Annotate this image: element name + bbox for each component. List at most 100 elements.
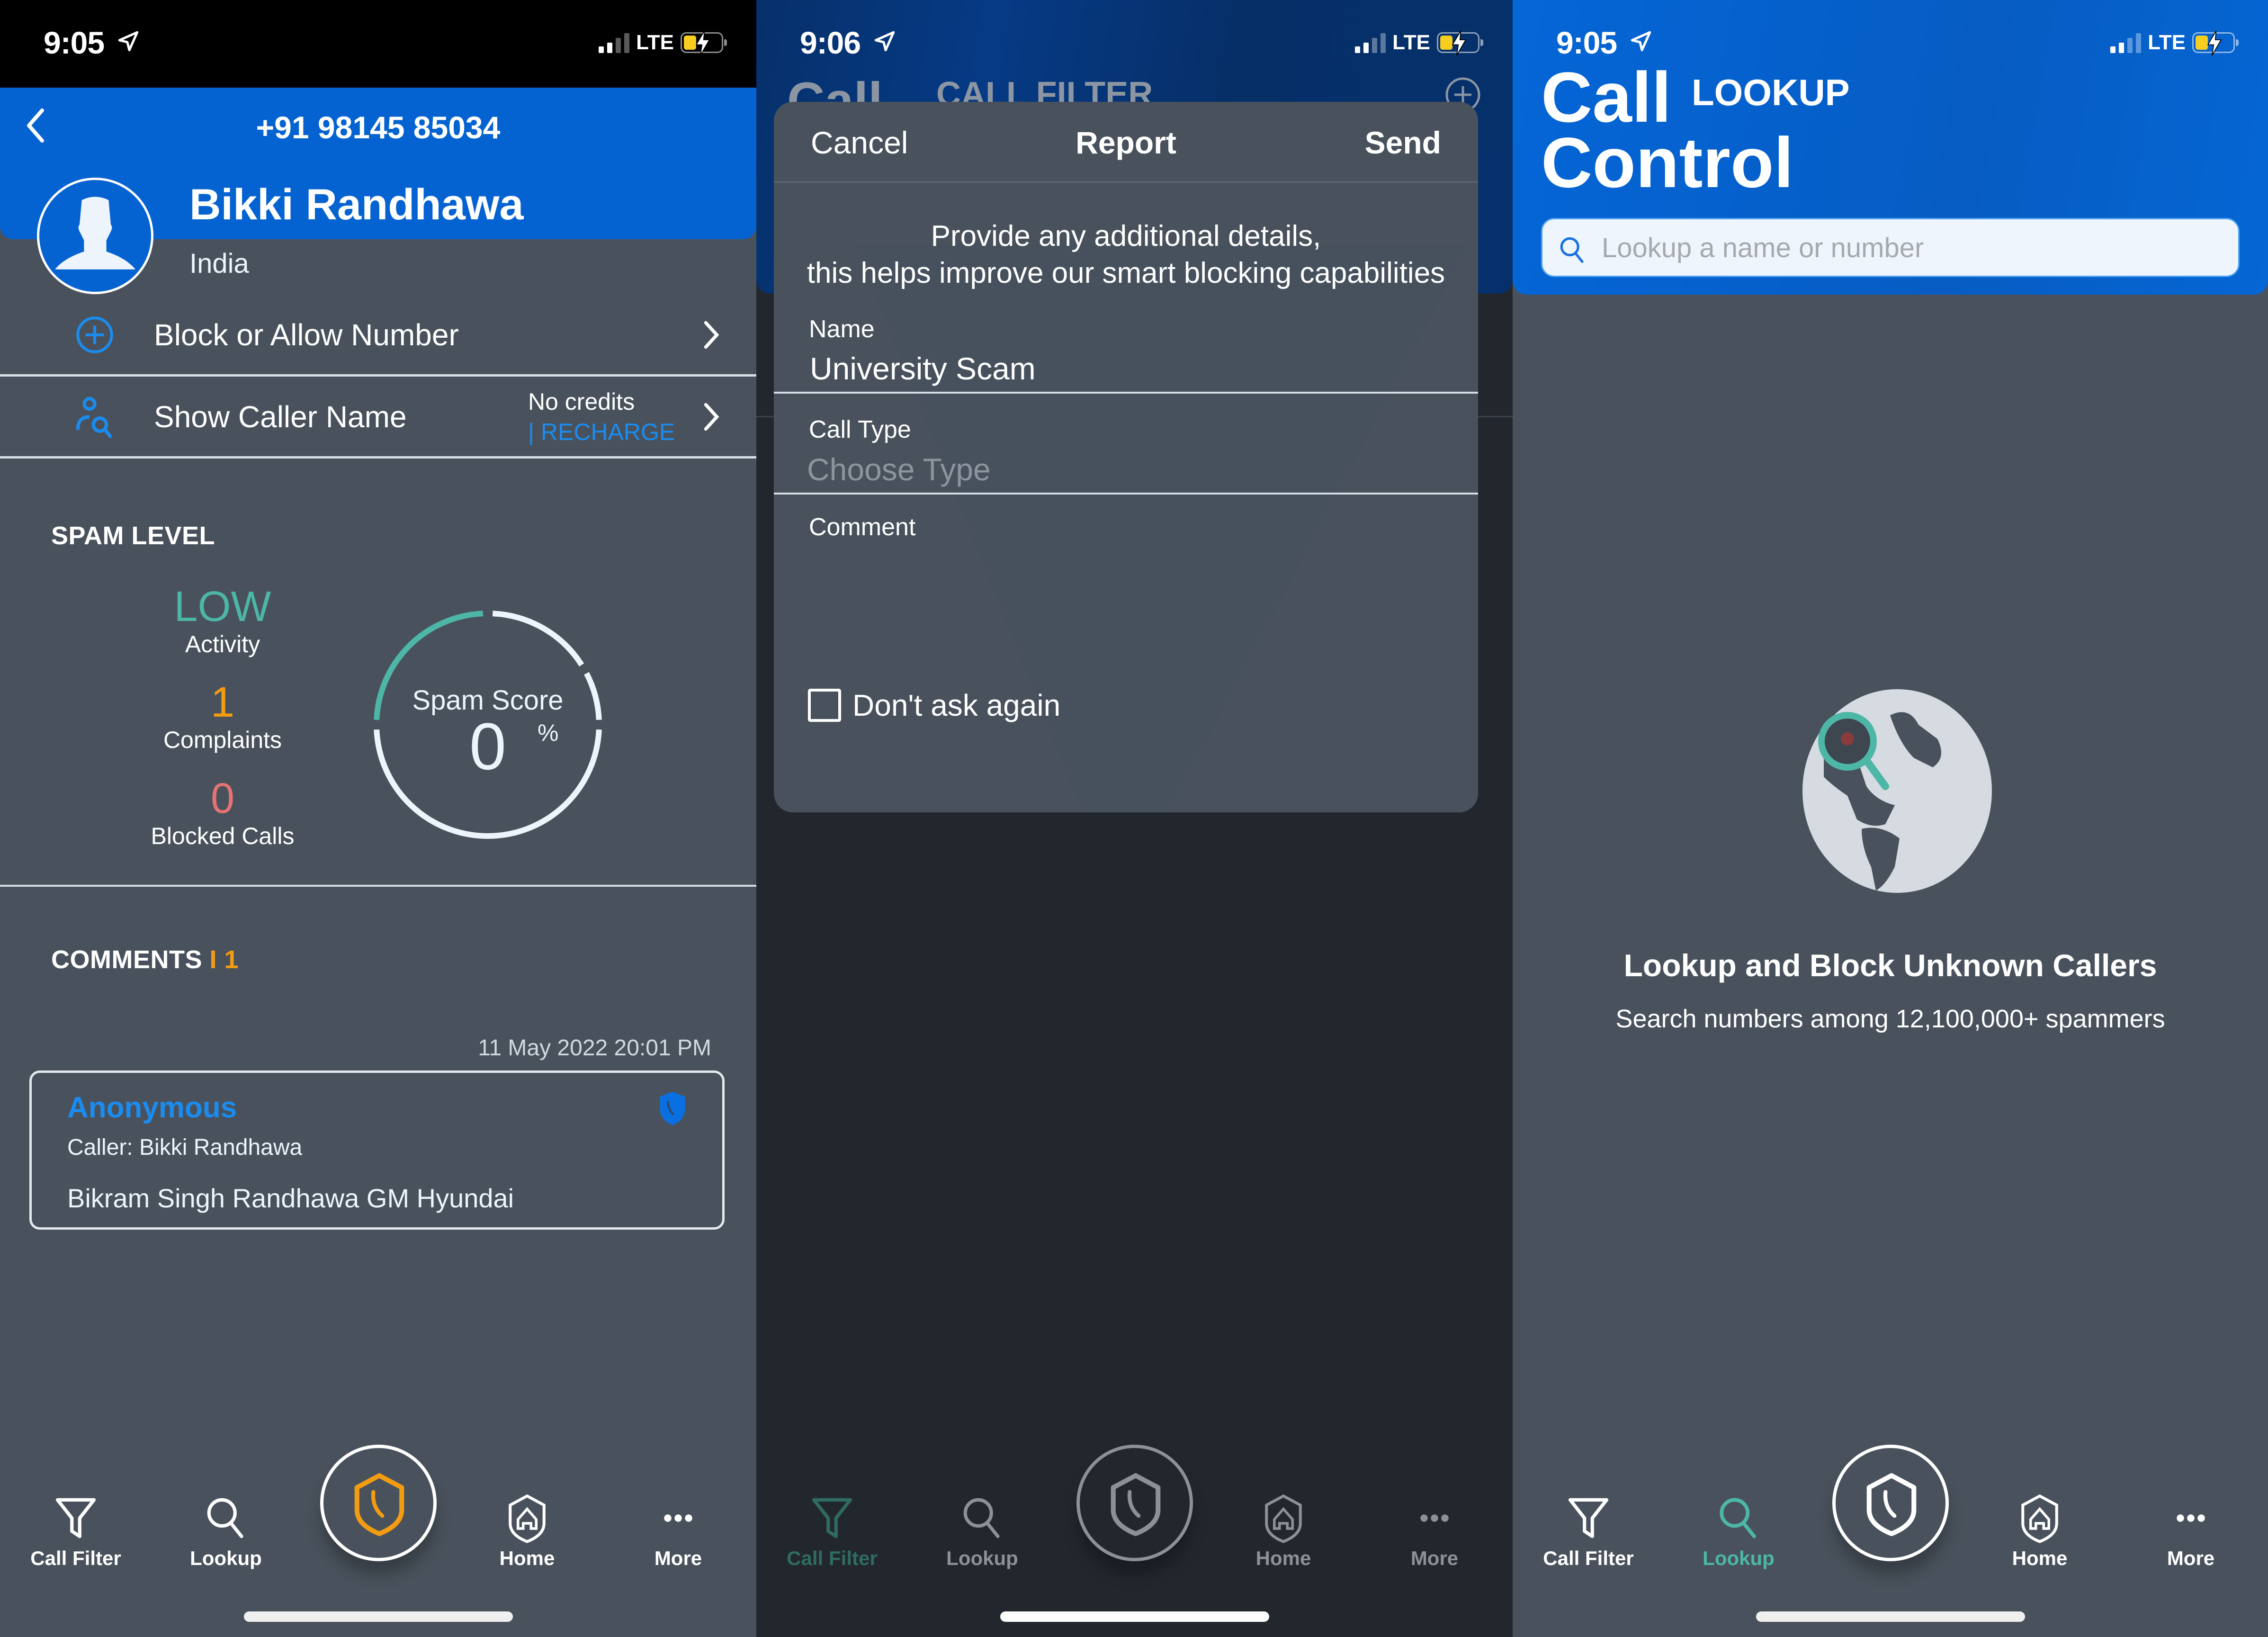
lookup-search-input[interactable] — [1602, 229, 2217, 267]
call-protect-button[interactable] — [1832, 1445, 1949, 1561]
location-arrow-icon — [118, 31, 139, 52]
network-label: LTE — [2148, 31, 2186, 54]
comment-label: Comment — [809, 513, 916, 541]
shield-home-icon — [2021, 1494, 2058, 1543]
comment-author: Anonymous — [67, 1091, 237, 1124]
tab-lookup[interactable]: Lookup — [179, 1492, 273, 1570]
report-modal: Cancel Report Send Provide any additiona… — [774, 102, 1478, 812]
blocked-stat: 0 Blocked Calls — [104, 774, 341, 850]
home-indicator — [1000, 1611, 1269, 1622]
person-search-icon — [76, 396, 112, 438]
call-protect-button[interactable] — [320, 1445, 437, 1561]
search-icon — [207, 1498, 243, 1538]
battery-charging-icon — [1437, 31, 1483, 55]
lookup-search-box[interactable] — [1541, 218, 2240, 277]
filter-icon — [55, 1498, 96, 1538]
dont-ask-again-checkbox[interactable] — [808, 689, 841, 722]
battery-charging-icon — [681, 31, 727, 55]
chevron-right-icon — [704, 403, 719, 431]
tab-call-filter[interactable]: Call Filter — [785, 1492, 879, 1570]
network-label: LTE — [1392, 31, 1430, 54]
brand-title-line2: Control — [1541, 123, 1794, 202]
comments-count: 1 — [224, 945, 239, 974]
recharge-link[interactable]: | RECHARGE — [528, 418, 675, 446]
divider — [0, 456, 756, 459]
status-bar: 9:05 LTE — [1513, 0, 2268, 88]
filter-icon — [1568, 1498, 1609, 1538]
comment-card: Anonymous Caller: Bikki Randhawa Bikram … — [29, 1070, 725, 1230]
location-arrow-icon — [874, 31, 895, 52]
spam-score-unit: % — [538, 720, 559, 746]
globe-search-illustration — [1802, 689, 1992, 893]
signal-icon — [2110, 32, 2142, 53]
tab-call-filter[interactable]: Call Filter — [28, 1492, 123, 1570]
filter-icon — [812, 1498, 852, 1538]
tab-call-filter[interactable]: Call Filter — [1541, 1492, 1636, 1570]
call-protect-button[interactable] — [1076, 1445, 1193, 1561]
show-caller-name-row[interactable]: Show Caller Name No credits | RECHARGE — [0, 377, 756, 457]
status-time: 9:05 — [44, 25, 105, 60]
credits-status: No credits — [528, 388, 635, 415]
search-icon — [963, 1498, 1000, 1538]
spam-level-title: SPAM LEVEL — [51, 522, 215, 550]
lookup-screen: Call Control LOOKUP 9:05 LTE Lookup and … — [1513, 0, 2268, 1637]
blocked-value: 0 — [210, 775, 235, 822]
modal-info: Provide any additional details, this hel… — [807, 220, 1445, 289]
search-icon — [1720, 1498, 1756, 1538]
chevron-right-icon — [704, 321, 719, 349]
phone-number: +91 98145 85034 — [256, 110, 501, 145]
tab-bar: Call Filter Lookup Home More — [1513, 1416, 2268, 1637]
dont-ask-again-label: Don't ask again — [852, 688, 1061, 722]
shield-phone-icon — [1111, 1473, 1160, 1537]
shield-phone-icon — [660, 1091, 685, 1125]
status-time: 9:05 — [1556, 25, 1617, 60]
signal-icon — [1355, 32, 1386, 53]
block-allow-label: Block or Allow Number — [154, 318, 459, 352]
send-button[interactable]: Send — [1365, 125, 1441, 161]
search-icon — [1560, 237, 1584, 263]
divider — [774, 181, 1478, 183]
tab-more[interactable]: More — [631, 1492, 726, 1570]
more-icon — [2177, 1514, 2205, 1522]
activity-value: LOW — [174, 583, 271, 630]
tab-lookup[interactable]: Lookup — [935, 1492, 1030, 1570]
block-allow-row[interactable]: Block or Allow Number — [0, 295, 756, 375]
watermark-shape — [854, 244, 1470, 812]
tab-more[interactable]: More — [1387, 1492, 1482, 1570]
divider — [774, 392, 1478, 394]
tab-bar: Call Filter Lookup Home More — [756, 1416, 1513, 1637]
shield-phone-icon — [354, 1473, 404, 1537]
call-type-select[interactable]: Choose Type — [807, 451, 991, 487]
location-arrow-icon — [1631, 31, 1651, 52]
call-type-label: Call Type — [809, 416, 911, 443]
network-label: LTE — [636, 31, 674, 54]
comment-textarea[interactable] — [807, 549, 1445, 658]
comment-caller: Caller: Bikki Randhawa — [67, 1135, 303, 1160]
tab-home[interactable]: Home — [1992, 1492, 2087, 1570]
name-field[interactable]: University Scam — [810, 351, 1036, 387]
person-silhouette-icon — [55, 197, 135, 270]
activity-label: Activity — [185, 631, 260, 657]
caller-detail-screen: 9:05 LTE +91 98145 85034 Bikki Randhawa … — [0, 0, 756, 1637]
show-caller-name-label: Show Caller Name — [154, 400, 407, 434]
more-icon — [1420, 1514, 1449, 1522]
tab-lookup[interactable]: Lookup — [1691, 1492, 1786, 1570]
divider — [774, 493, 1478, 495]
caller-country: India — [189, 248, 249, 279]
empty-state-subtitle: Search numbers among 12,100,000+ spammer… — [1615, 1005, 2165, 1033]
empty-state-title: Lookup and Block Unknown Callers — [1623, 948, 2157, 983]
blocked-label: Blocked Calls — [151, 823, 295, 849]
plus-circle-icon — [76, 316, 113, 353]
tab-more[interactable]: More — [2143, 1492, 2238, 1570]
complaints-label: Complaints — [163, 727, 282, 753]
spam-score-value: 0 — [469, 709, 506, 783]
signal-icon — [599, 32, 630, 53]
battery-charging-icon — [2192, 31, 2239, 55]
report-screen: Call CALL FILTER 9:06 LTE Cancel Report … — [756, 0, 1513, 1637]
complaints-stat: 1 Complaints — [104, 678, 341, 754]
dont-ask-again-row[interactable]: Don't ask again — [808, 688, 1060, 723]
comment-text: Bikram Singh Randhawa GM Hyundai — [67, 1183, 514, 1213]
tab-home[interactable]: Home — [480, 1492, 574, 1570]
tab-home[interactable]: Home — [1236, 1492, 1331, 1570]
comments-separator: I — [209, 945, 217, 974]
